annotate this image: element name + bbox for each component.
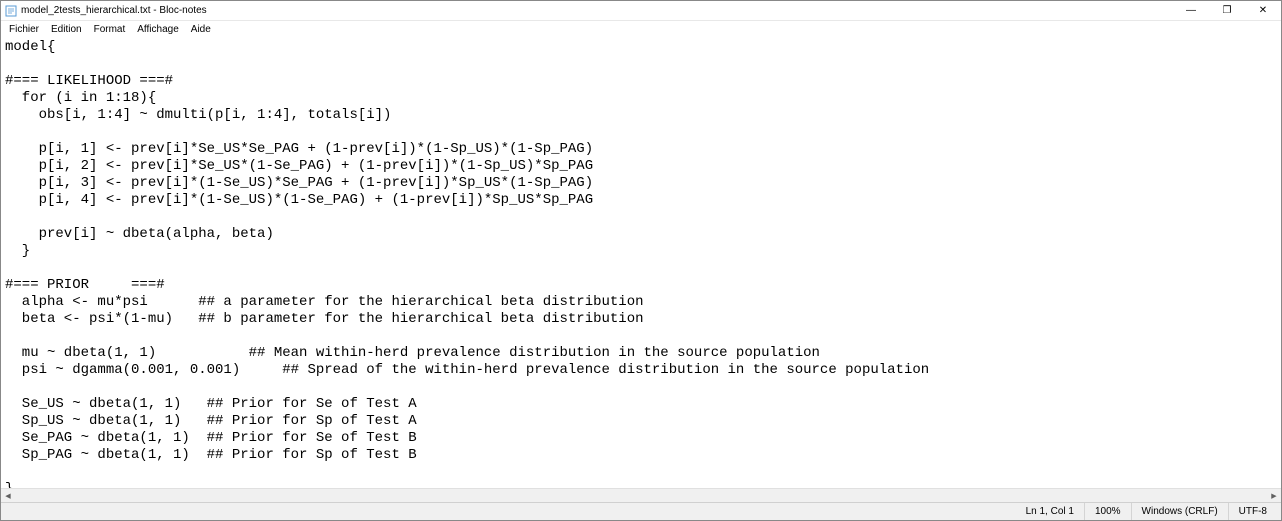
status-zoom: 100% xyxy=(1084,503,1131,520)
menu-aide[interactable]: Aide xyxy=(185,24,217,35)
titlebar: model_2tests_hierarchical.txt - Bloc-not… xyxy=(1,1,1281,21)
notepad-icon xyxy=(5,5,17,17)
close-button[interactable]: ✕ xyxy=(1245,1,1281,20)
status-line-ending: Windows (CRLF) xyxy=(1131,503,1228,520)
window-controls: — ❐ ✕ xyxy=(1173,1,1281,20)
editor-container: model{ #=== LIKELIHOOD ===# for (i in 1:… xyxy=(1,37,1281,488)
menu-format[interactable]: Format xyxy=(88,24,132,35)
scroll-left-arrow-icon[interactable]: ◀ xyxy=(1,489,15,502)
statusbar: Ln 1, Col 1 100% Windows (CRLF) UTF-8 xyxy=(1,502,1281,520)
menu-fichier[interactable]: Fichier xyxy=(3,24,45,35)
status-position: Ln 1, Col 1 xyxy=(1016,503,1084,520)
menu-affichage[interactable]: Affichage xyxy=(131,24,185,35)
menubar: Fichier Edition Format Affichage Aide xyxy=(1,21,1281,37)
minimize-button[interactable]: — xyxy=(1173,1,1209,20)
text-editor[interactable]: model{ #=== LIKELIHOOD ===# for (i in 1:… xyxy=(1,37,1281,488)
window-title: model_2tests_hierarchical.txt - Bloc-not… xyxy=(21,5,1173,16)
status-encoding: UTF-8 xyxy=(1228,503,1277,520)
maximize-button[interactable]: ❐ xyxy=(1209,1,1245,20)
scroll-right-arrow-icon[interactable]: ▶ xyxy=(1267,489,1281,502)
horizontal-scrollbar[interactable]: ◀ ▶ xyxy=(1,488,1281,502)
menu-edition[interactable]: Edition xyxy=(45,24,88,35)
